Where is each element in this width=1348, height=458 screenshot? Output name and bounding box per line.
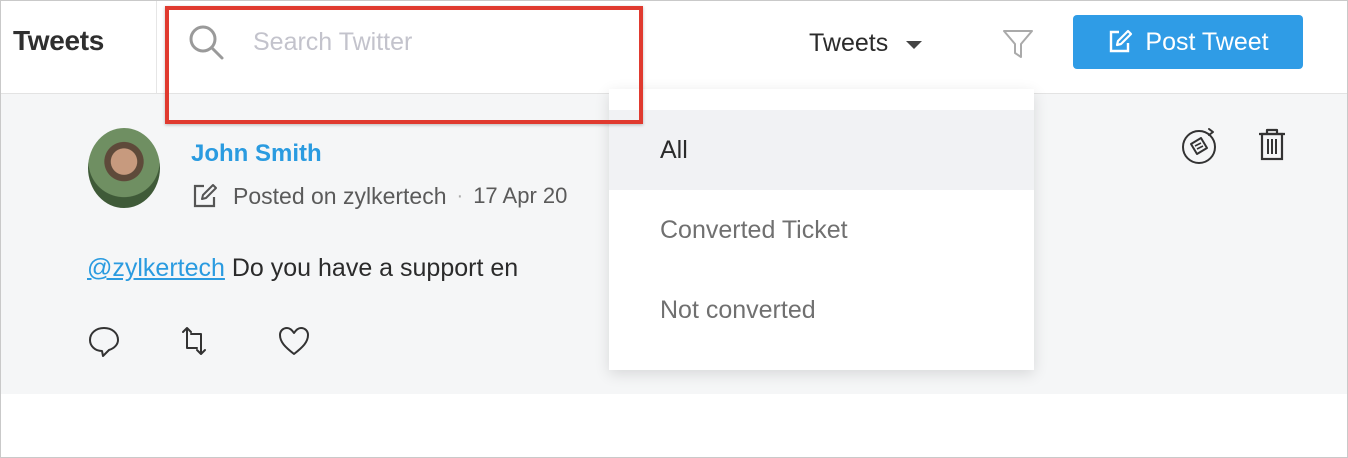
tweet-type-dropdown[interactable]: Tweets: [809, 25, 923, 61]
menu-item-not-converted[interactable]: Not converted: [609, 270, 1034, 350]
caret-down-icon: [906, 40, 923, 49]
heart-icon[interactable]: [277, 324, 311, 358]
author-name[interactable]: John Smith: [191, 140, 322, 168]
post-source: Posted on zylkertech: [233, 182, 447, 209]
convert-to-ticket-icon[interactable]: [1179, 126, 1219, 166]
menu-item-all[interactable]: All: [609, 110, 1034, 190]
post-meta: Posted on zylkertech · 17 Apr 20: [191, 182, 567, 210]
menu-item-converted-ticket[interactable]: Converted Ticket: [609, 190, 1034, 270]
mention-link[interactable]: @zylkertech: [87, 254, 225, 282]
search-highlight-annotation: [165, 6, 643, 124]
avatar[interactable]: [88, 128, 160, 208]
reply-icon[interactable]: [87, 324, 121, 358]
compose-icon: [1110, 29, 1133, 53]
divider: [156, 1, 157, 93]
retweet-icon[interactable]: [177, 324, 211, 358]
funnel-icon[interactable]: [1001, 27, 1035, 61]
tweet-body: Do you have a support en: [224, 254, 519, 282]
tweet-text: @zylkertech Do you have a support en: [87, 254, 518, 283]
twitter-panel: Tweets Tweets Post Tweet John Smith: [0, 0, 1348, 458]
trash-icon[interactable]: [1255, 126, 1289, 162]
meta-separator: ·: [456, 184, 464, 207]
post-tweet-label: Post Tweet: [1145, 27, 1269, 56]
tweet-filter-menu: All Converted Ticket Not converted: [609, 89, 1034, 370]
post-date: 17 Apr 20: [473, 183, 568, 208]
page-title: Tweets: [13, 25, 105, 56]
compose-icon: [193, 184, 217, 208]
post-tweet-button[interactable]: Post Tweet: [1073, 15, 1303, 69]
dropdown-selected-value: Tweets: [809, 28, 889, 57]
